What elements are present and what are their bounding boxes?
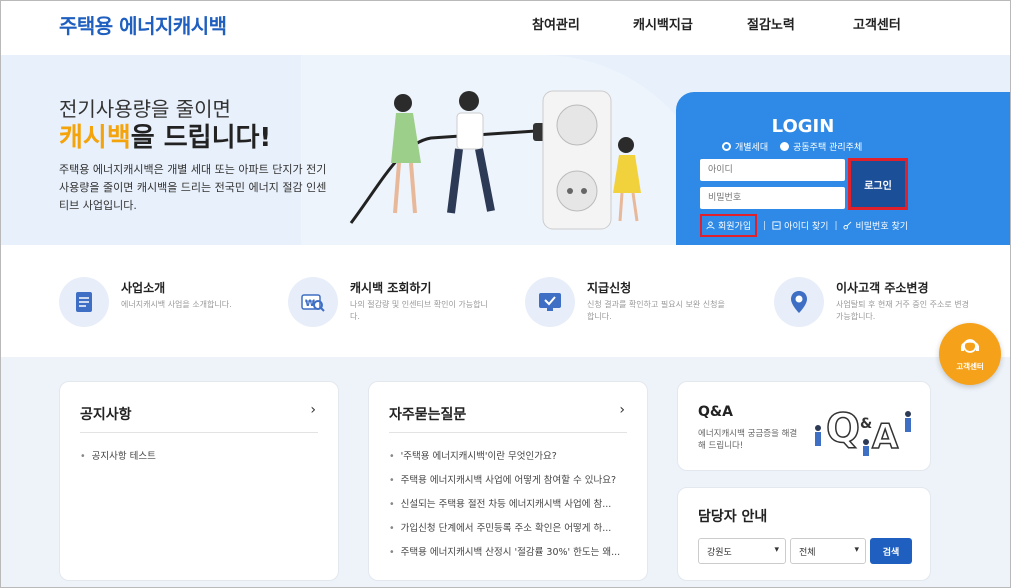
radio-apartment[interactable]: 공동주택 관리주체 (780, 140, 862, 153)
service-desc: 신청 결과를 확인하고 필요시 보완 신청을 합니다. (587, 300, 725, 321)
list-item[interactable]: 주택용 에너지캐시백 산정시 '절감률 30%' 한도는 왜... (389, 544, 621, 568)
svg-text:Q: Q (826, 406, 860, 452)
service-title: 사업소개 (121, 281, 166, 295)
member-type-radios: 개별세대 공동주택 관리주체 (722, 140, 862, 153)
faq-card: 자주묻는질문 › '주택용 에너지캐시백'이란 무엇인가요? 주택용 에너지캐시… (368, 381, 648, 581)
svg-text:&: & (860, 416, 872, 432)
divider (80, 432, 318, 433)
radio-checked-icon (722, 142, 731, 151)
chevron-down-icon: ▾ (854, 545, 859, 555)
nav-participation[interactable]: 참여관리 (532, 14, 580, 33)
list-item[interactable]: 가입신청 단계에서 주민등록 주소 확인은 어떻게 하... (389, 520, 620, 544)
service-desc: 에너지캐시백 사업을 소개합니다. (121, 300, 232, 309)
service-title: 지급신청 (587, 281, 632, 295)
login-button-highlight: 로그인 (848, 158, 908, 210)
site-logo[interactable]: 주택용 에너지캐시백 (59, 10, 227, 39)
chevron-down-icon: ▾ (774, 545, 779, 555)
family-unplugging-illustration (349, 90, 641, 230)
find-id-label: 아이디 찾기 (784, 222, 829, 232)
services-row: 사업소개 에너지캐시백 사업을 소개합니다. ₩ 캐시백 조회하기 나의 절감량… (1, 245, 1010, 357)
id-card-icon (772, 221, 781, 230)
divider: | (834, 220, 838, 231)
list-item[interactable]: '주택용 에너지캐시백'이란 무엇인가요? (389, 448, 620, 472)
nav-customer-center[interactable]: 고객센터 (853, 14, 901, 33)
monitor-check-icon (525, 277, 575, 327)
headset-icon (961, 339, 979, 353)
radio-household[interactable]: 개별세대 (722, 140, 768, 153)
contact-card: 담당자 안내 강원도 ▾ 전체 ▾ 검색 (677, 487, 931, 581)
list-item[interactable]: 공지사항 테스트 (80, 448, 156, 472)
customer-center-float-button[interactable]: 고객센터 (939, 323, 1001, 385)
nav-cashback-payment[interactable]: 캐시백지급 (633, 14, 693, 33)
search-button[interactable]: 검색 (870, 538, 912, 564)
hero-subheadline: 캐시백을 드립니다! (59, 117, 271, 154)
radio-unchecked-icon (780, 142, 790, 151)
site-header: 주택용 에너지캐시백 참여관리 캐시백지급 절감노력 고객센터 (1, 1, 1010, 55)
divider: | (763, 220, 767, 231)
document-icon (59, 277, 109, 327)
content-area: 공지사항 › 공지사항 테스트 자주묻는질문 › '주택용 에너지캐시백'이란 … (1, 357, 1010, 587)
password-input[interactable] (700, 187, 845, 209)
user-icon (706, 221, 715, 230)
service-title: 캐시백 조회하기 (350, 281, 432, 295)
svg-text:A: A (872, 417, 899, 457)
login-panel: LOGIN 개별세대 공동주택 관리주체 로그인 회원가입 | 아이디 찾기 |… (676, 92, 1010, 252)
notice-title: 공지사항 (80, 407, 132, 423)
id-input[interactable] (700, 159, 845, 181)
hero-subheadline-rest: 을 드립니다! (130, 123, 272, 153)
find-password-label: 비밀번호 찾기 (855, 222, 909, 232)
region-select[interactable]: 강원도 ▾ (698, 538, 786, 564)
qa-illustration-icon: Q & A (815, 405, 911, 458)
login-title: LOGIN (771, 116, 835, 137)
login-button[interactable]: 로그인 (851, 161, 905, 207)
qa-title: Q&A (698, 404, 733, 420)
won-search-icon: ₩ (288, 277, 338, 327)
signup-label: 회원가입 (718, 222, 752, 232)
page: 주택용 에너지캐시백 참여관리 캐시백지급 절감노력 고객센터 전기사용량을 줄… (0, 0, 1011, 588)
service-payment-request[interactable]: 지급신청 신청 결과를 확인하고 필요시 보완 신청을 합니다. (525, 275, 745, 335)
scope-select[interactable]: 전체 ▾ (790, 538, 866, 564)
contact-title: 담당자 안내 (698, 509, 768, 525)
hero-accent: 캐시백 (59, 123, 131, 153)
key-icon (843, 221, 852, 230)
find-password-link[interactable]: 비밀번호 찾기 (843, 219, 908, 232)
service-business-intro[interactable]: 사업소개 에너지캐시백 사업을 소개합니다. (59, 275, 259, 335)
service-desc: 사업탈퇴 후 현재 거주 중인 주소로 변경 가능합니다. (836, 300, 970, 321)
region-select-value: 강원도 (707, 547, 732, 558)
service-desc: 나의 절감량 및 인센티브 확인이 가능합니다. (350, 300, 488, 321)
faq-list: '주택용 에너지캐시백'이란 무엇인가요? 주택용 에너지캐시백 사업에 어떻게… (389, 448, 621, 568)
notice-card: 공지사항 › 공지사항 테스트 (59, 381, 339, 581)
divider (389, 432, 627, 433)
service-title: 이사고객 주소변경 (836, 281, 929, 295)
chevron-right-icon[interactable]: › (310, 402, 316, 418)
nav-saving-effort[interactable]: 절감노력 (747, 14, 795, 33)
service-cashback-lookup[interactable]: ₩ 캐시백 조회하기 나의 절감량 및 인센티브 확인이 가능합니다. (288, 275, 508, 335)
customer-center-label: 고객센터 (956, 362, 984, 371)
faq-title: 자주묻는질문 (389, 407, 467, 423)
login-links: 회원가입 | 아이디 찾기 | 비밀번호 찾기 (700, 214, 908, 237)
map-pin-icon (774, 277, 824, 327)
radio-household-label: 개별세대 (735, 143, 769, 153)
radio-apartment-label: 공동주택 관리주체 (793, 143, 863, 153)
chevron-right-icon[interactable]: › (619, 402, 625, 418)
qa-description: 에너지캐시백 궁금증을 해결해 드립니다! (698, 429, 798, 451)
notice-list: 공지사항 테스트 (80, 448, 156, 472)
find-id-link[interactable]: 아이디 찾기 (772, 219, 828, 232)
scope-select-value: 전체 (799, 547, 816, 558)
qa-card[interactable]: Q&A 에너지캐시백 궁금증을 해결해 드립니다! Q & A (677, 381, 931, 471)
hero-description: 주택용 에너지캐시백은 개별 세대 또는 아파트 단지가 전기사용량을 줄이면 … (59, 163, 327, 212)
signup-link[interactable]: 회원가입 (700, 214, 758, 237)
list-item[interactable]: 신설되는 주택용 절전 차등 에너지캐시백 사업에 참... (389, 496, 620, 520)
list-item[interactable]: 주택용 에너지캐시백 사업에 어떻게 참여할 수 있나요? (389, 472, 620, 496)
